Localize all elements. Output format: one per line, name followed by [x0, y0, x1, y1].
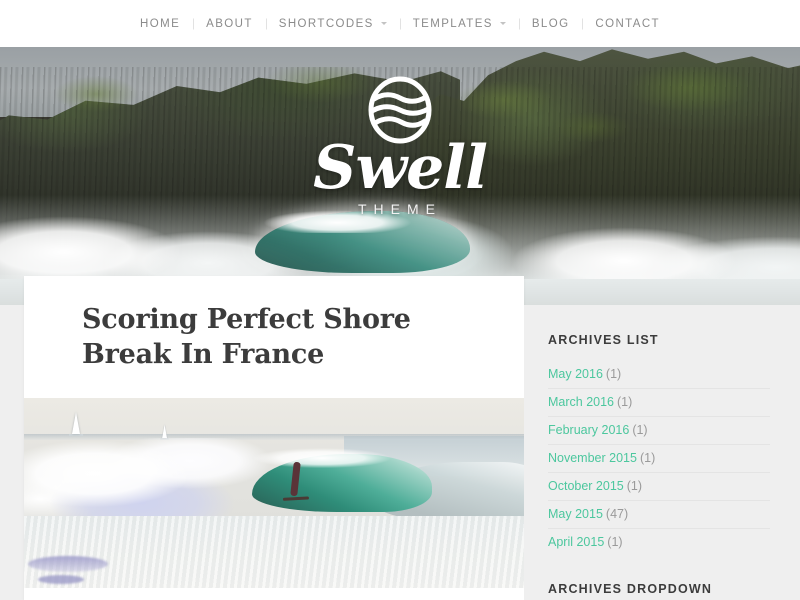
widget-title-archives-dropdown: ARCHIVES DROPDOWN — [548, 582, 713, 596]
nav-item-about[interactable]: ABOUT — [193, 18, 266, 30]
nav-item-templates[interactable]: TEMPLATES — [400, 18, 519, 30]
archive-link[interactable]: November 2015 — [548, 451, 637, 465]
list-item: November 2015 (1) — [548, 445, 770, 473]
top-navigation-bar: HOME ABOUT SHORTCODES TEMPLATES BLOG CONTACT — [0, 0, 800, 47]
post-card: Scoring Perfect Shore Break In France — [24, 276, 524, 600]
widget-title-archives-list: ARCHIVES LIST — [548, 333, 659, 347]
nav-item-label: SHORTCODES — [278, 17, 374, 30]
list-item: May 2016 (1) — [548, 361, 770, 389]
archive-post-count: (1) — [617, 395, 633, 409]
archive-link[interactable]: October 2015 — [548, 479, 624, 493]
sailboat-icon — [69, 412, 83, 436]
archive-link[interactable]: May 2015 — [548, 507, 603, 521]
nav-item-label: CONTACT — [595, 17, 660, 30]
post-featured-image[interactable] — [24, 398, 524, 588]
archive-link[interactable]: March 2016 — [548, 395, 614, 409]
nav-item-home[interactable]: HOME — [127, 18, 193, 30]
archives-list: May 2016 (1) March 2016 (1) February 2016 (1)… — [548, 361, 770, 556]
nav-item-label: BLOG — [531, 17, 570, 30]
archive-link[interactable]: May 2016 — [548, 367, 603, 381]
main-menu: HOME ABOUT SHORTCODES TEMPLATES BLOG CONTACT — [127, 18, 673, 30]
list-item: October 2015 (1) — [548, 473, 770, 501]
archive-post-count: (47) — [605, 507, 629, 521]
nav-item-blog[interactable]: BLOG — [519, 18, 583, 30]
chevron-down-icon — [499, 22, 506, 25]
archive-link[interactable]: April 2015 — [548, 535, 604, 549]
featured-water-highlight — [38, 575, 84, 584]
chevron-down-icon — [380, 22, 387, 25]
list-item: February 2016 (1) — [548, 417, 770, 445]
archive-link[interactable]: February 2016 — [548, 423, 629, 437]
nav-item-label: TEMPLATES — [412, 17, 493, 30]
archive-post-count: (1) — [626, 479, 643, 493]
featured-water-foreground — [24, 516, 524, 588]
archive-post-count: (1) — [607, 535, 623, 549]
archive-post-count: (1) — [605, 367, 622, 381]
nav-item-contact[interactable]: CONTACT — [582, 18, 673, 30]
nav-item-label: HOME — [140, 17, 181, 30]
site-logo[interactable]: Swell THEME — [0, 75, 800, 217]
list-item: March 2016 (1) — [548, 389, 770, 417]
archive-post-count: (1) — [632, 423, 648, 437]
page-title: Scoring Perfect Shore Break In France — [82, 304, 411, 370]
archive-post-count: (1) — [639, 451, 656, 465]
nav-item-label: ABOUT — [206, 17, 253, 30]
featured-water-highlight — [28, 556, 108, 572]
list-item: May 2015 (47) — [548, 501, 770, 529]
list-item: April 2015 (1) — [548, 529, 770, 556]
logo-subtitle: THEME — [358, 201, 442, 217]
sidebar: ARCHIVES LIST May 2016 (1) March 2016 (1) Fe… — [524, 305, 800, 600]
nav-item-shortcodes[interactable]: SHORTCODES — [266, 18, 400, 30]
logo-wordmark: Swell — [313, 133, 488, 203]
